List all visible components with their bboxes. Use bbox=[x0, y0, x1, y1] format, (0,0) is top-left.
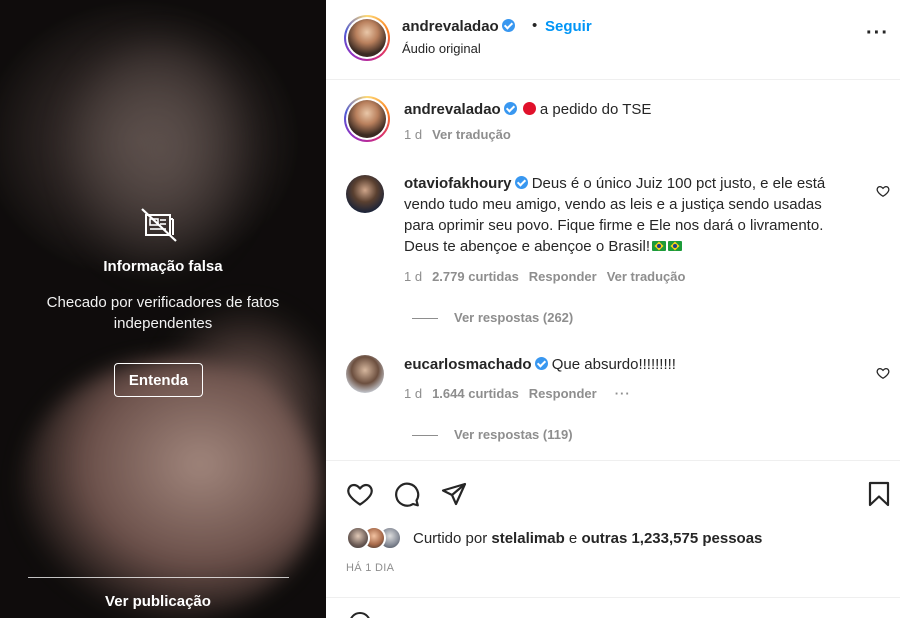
caption-body: a pedido do TSE bbox=[539, 101, 652, 118]
caption-meta: 1 d Ver tradução bbox=[404, 127, 511, 142]
avatar[interactable] bbox=[346, 526, 370, 550]
audio-label[interactable]: Áudio original bbox=[402, 41, 481, 56]
brazil-flag-emoji bbox=[668, 241, 682, 251]
comment-likes[interactable]: 1.644 curtidas bbox=[432, 386, 519, 401]
like-comment-heart-icon[interactable] bbox=[876, 366, 890, 380]
verified-icon bbox=[501, 19, 515, 32]
bookmark-icon[interactable] bbox=[865, 480, 893, 508]
false-info-overlay: Informação falsa Checado por verificador… bbox=[0, 0, 326, 618]
avatar[interactable] bbox=[344, 15, 390, 61]
caption-username[interactable]: andrevaladao bbox=[404, 101, 501, 118]
liker-username[interactable]: stelalimab bbox=[491, 530, 564, 547]
likes-conjunction: e bbox=[568, 530, 578, 547]
translate-link[interactable]: Ver tradução bbox=[607, 269, 686, 284]
replies-line bbox=[412, 435, 438, 437]
replies-line bbox=[412, 318, 438, 320]
avatar[interactable] bbox=[346, 175, 384, 213]
emoji-icon[interactable] bbox=[349, 612, 371, 618]
liker-avatars bbox=[346, 526, 408, 552]
view-replies-button[interactable]: Ver respostas (119) bbox=[412, 427, 573, 442]
avatar[interactable] bbox=[344, 96, 390, 142]
false-info-icon bbox=[141, 208, 177, 242]
author-username[interactable]: andrevaladao bbox=[402, 18, 515, 35]
avatar-image bbox=[348, 100, 386, 138]
avatar-image bbox=[348, 19, 386, 57]
caption-text: andrevaladao a pedido do TSE bbox=[404, 99, 844, 120]
divider bbox=[28, 577, 289, 578]
more-options-icon[interactable]: ··· bbox=[866, 22, 889, 45]
comment-likes[interactable]: 2.779 curtidas bbox=[432, 269, 519, 284]
comment-meta: 1 d 1.644 curtidas Responder ··· bbox=[404, 386, 631, 401]
understand-button[interactable]: Entenda bbox=[114, 363, 203, 397]
comment-body: Que absurdo!!!!!!!!! bbox=[551, 356, 676, 373]
verified-icon bbox=[514, 176, 528, 189]
comment-text: otaviofakhoury Deus é o único Juiz 100 p… bbox=[404, 173, 844, 257]
post-viewer: Informação falsa Checado por verificador… bbox=[0, 0, 900, 618]
separator-dot: • bbox=[532, 17, 538, 34]
post-details-panel: andrevaladao • Seguir Áudio original ···… bbox=[326, 0, 900, 618]
view-post-button[interactable]: Ver publicação bbox=[0, 593, 316, 610]
like-comment-heart-icon[interactable] bbox=[876, 184, 890, 198]
reply-button[interactable]: Responder bbox=[529, 269, 597, 284]
comment-text: eucarlosmachado Que absurdo!!!!!!!!! bbox=[404, 354, 844, 375]
comment-time[interactable]: 1 d bbox=[404, 386, 422, 401]
comment-username[interactable]: otaviofakhoury bbox=[404, 175, 512, 192]
translate-link[interactable]: Ver tradução bbox=[432, 127, 511, 142]
more-options-icon[interactable]: ··· bbox=[615, 386, 631, 401]
comment-meta: 1 d 2.779 curtidas Responder Ver tradução bbox=[404, 269, 685, 284]
share-icon[interactable] bbox=[440, 480, 468, 508]
post-header: andrevaladao • Seguir Áudio original ··· bbox=[326, 0, 900, 80]
reply-button[interactable]: Responder bbox=[529, 386, 597, 401]
red-circle-emoji bbox=[522, 102, 536, 115]
brazil-flag-emoji bbox=[652, 241, 666, 251]
other-likers-link[interactable]: outras 1,233,575 pessoas bbox=[581, 530, 762, 547]
likes-prefix: Curtido por bbox=[413, 530, 488, 547]
comment-username[interactable]: eucarlosmachado bbox=[404, 356, 532, 373]
verified-icon bbox=[534, 357, 548, 370]
false-info-title: Informação falsa bbox=[103, 258, 223, 275]
false-info-description: Checado por verificadores de fatos indep… bbox=[46, 294, 280, 332]
verified-icon bbox=[503, 102, 517, 115]
follow-button[interactable]: Seguir bbox=[545, 18, 592, 35]
post-media[interactable]: Informação falsa Checado por verificador… bbox=[0, 0, 326, 618]
post-timestamp[interactable]: HÁ 1 DIA bbox=[346, 562, 394, 574]
heart-icon[interactable] bbox=[346, 480, 374, 508]
comment-icon[interactable] bbox=[393, 480, 421, 508]
likes-text: Curtido por stelalimab e outras 1,233,57… bbox=[413, 530, 762, 547]
view-replies-button[interactable]: Ver respostas (262) bbox=[412, 310, 573, 325]
avatar[interactable] bbox=[346, 355, 384, 393]
comments-list[interactable]: andrevaladao a pedido do TSE 1 d Ver trad… bbox=[326, 81, 900, 459]
comment-time[interactable]: 1 d bbox=[404, 269, 422, 284]
add-comment-bar bbox=[326, 597, 900, 618]
post-actions: Curtido por stelalimab e outras 1,233,57… bbox=[326, 460, 900, 598]
caption-time[interactable]: 1 d bbox=[404, 127, 422, 142]
